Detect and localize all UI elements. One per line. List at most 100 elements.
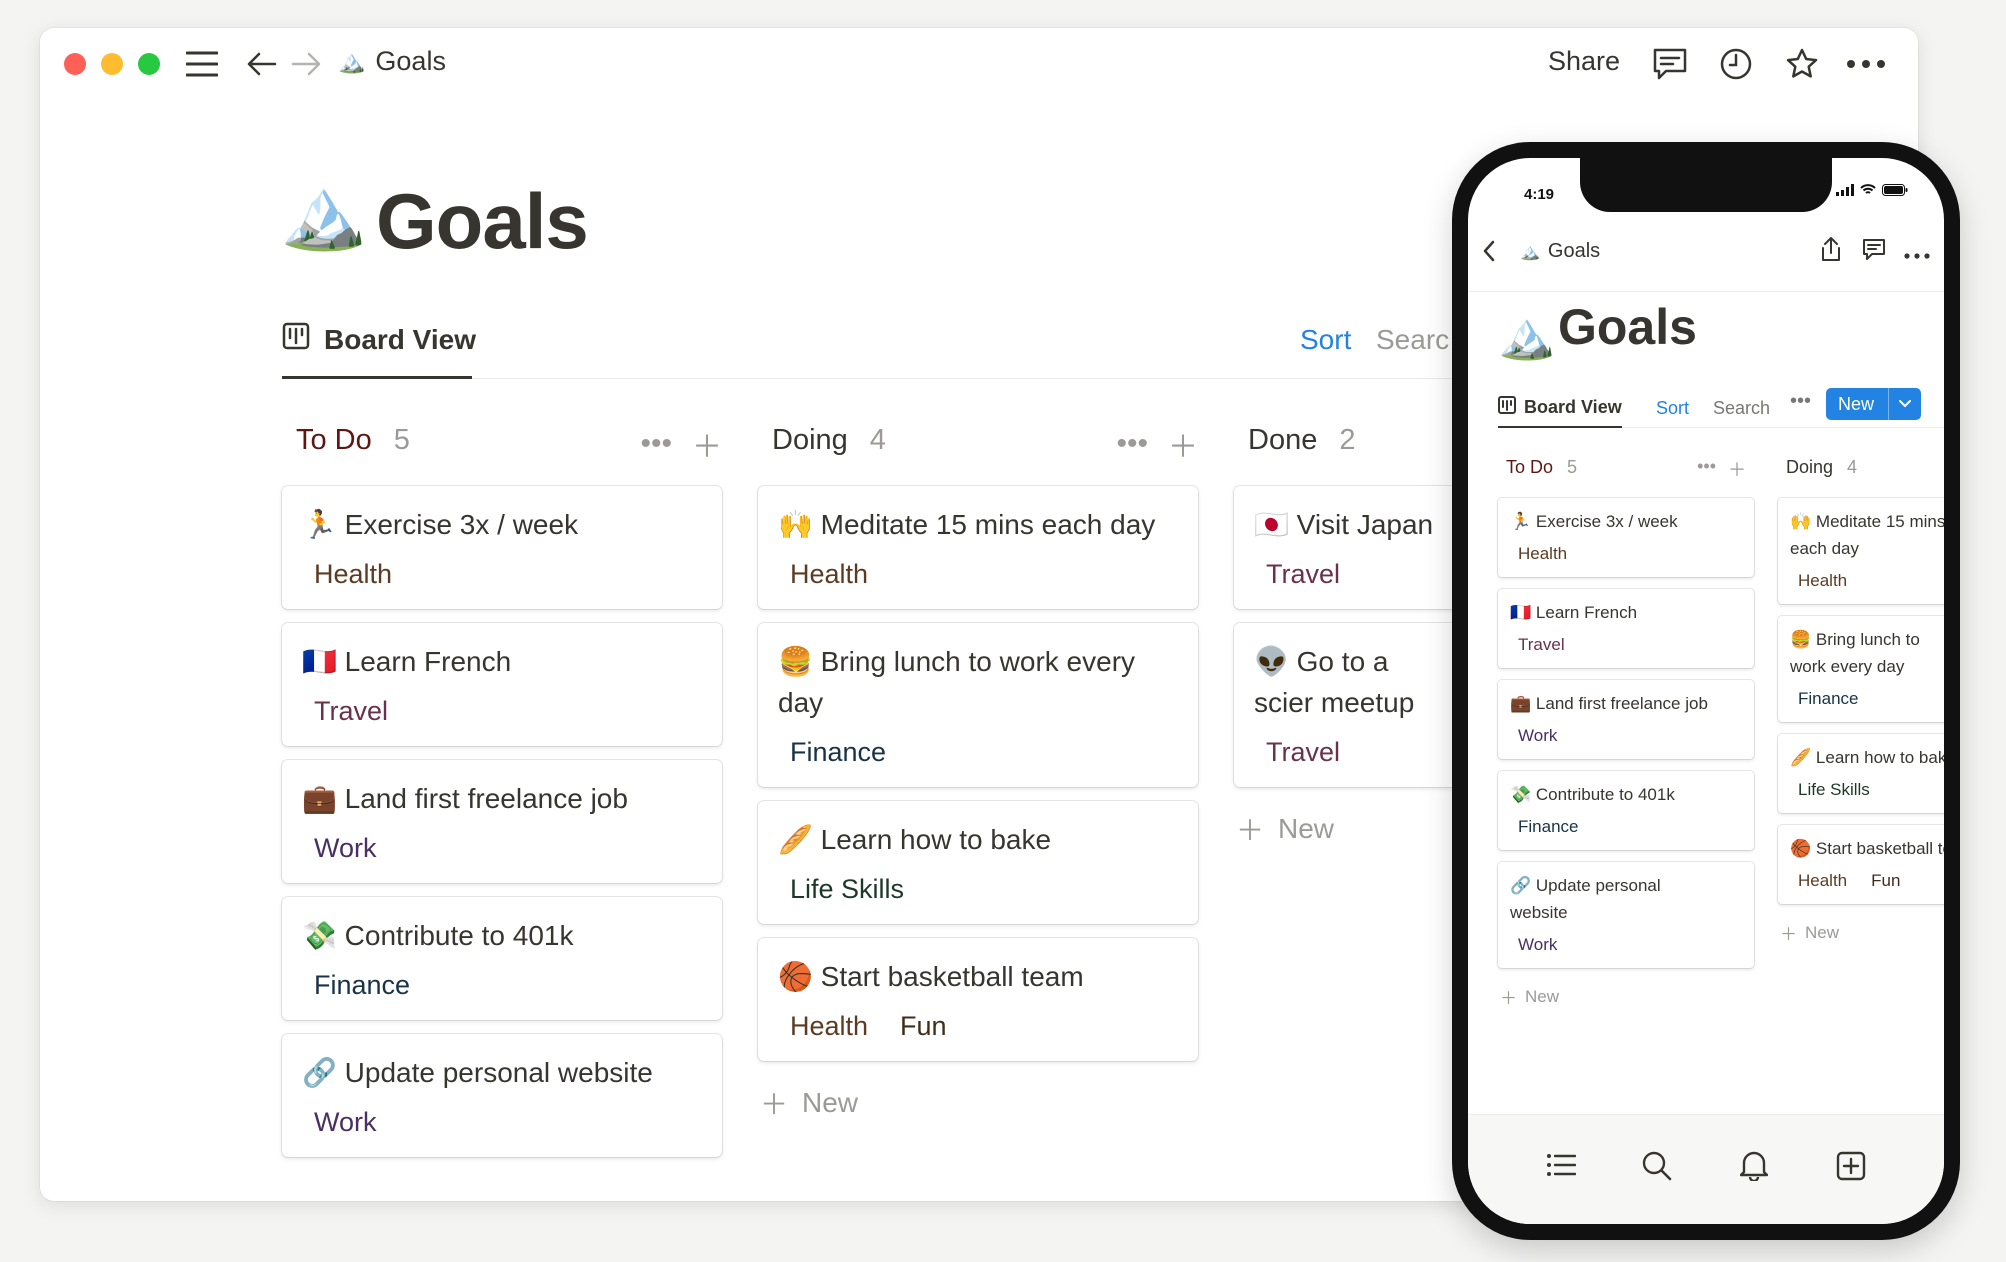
- new-card-label: New: [1805, 922, 1840, 942]
- close-window-button[interactable]: [64, 53, 86, 75]
- phone-frame: 4:19 🏔️ Goals 🏔️ Goals Board View Sort S…: [1452, 142, 1960, 1240]
- column-count: 4: [869, 423, 886, 456]
- card-title: Bring lunch to work every day: [778, 646, 1136, 718]
- column-title[interactable]: Done: [1248, 424, 1317, 457]
- search-button[interactable]: Searc: [1376, 324, 1449, 356]
- sort-button[interactable]: Sort: [1656, 398, 1689, 419]
- board-card[interactable]: 🇫🇷 Learn French Travel: [1498, 589, 1754, 668]
- card-tag: Travel: [314, 696, 389, 726]
- new-card-button[interactable]: ＋ New: [758, 1083, 1198, 1123]
- active-tab-indicator: [282, 376, 472, 379]
- column-count: 2: [1339, 423, 1356, 456]
- board-card[interactable]: 🔗 Update personal website Work: [1498, 862, 1754, 968]
- card-emoji-icon: 🙌: [778, 509, 813, 540]
- column-more-icon[interactable]: •••: [1697, 456, 1716, 482]
- breadcrumb[interactable]: 🏔️ Goals: [338, 46, 446, 77]
- share-icon[interactable]: [1820, 236, 1842, 267]
- card-emoji-icon: 🏀: [778, 961, 813, 992]
- board-card[interactable]: 🏀 Start basketball team Health Fun: [1778, 825, 1944, 904]
- board-card[interactable]: 🥖 Learn how to bake Life Skills: [1778, 734, 1944, 813]
- board-card[interactable]: 🙌 Meditate 15 mins each day Health: [758, 486, 1198, 609]
- list-icon[interactable]: [1546, 1153, 1577, 1182]
- page-title[interactable]: Goals: [376, 176, 589, 267]
- board-card[interactable]: 🇫🇷 Learn French Travel: [282, 623, 722, 746]
- share-button[interactable]: Share: [1548, 46, 1620, 77]
- card-emoji-icon: 💼: [1510, 694, 1532, 713]
- new-button[interactable]: New: [1826, 388, 1922, 420]
- column-title[interactable]: Doing: [1786, 457, 1833, 478]
- board-view-icon: [1498, 396, 1516, 419]
- bell-icon[interactable]: [1739, 1149, 1769, 1186]
- mobile-breadcrumb-title: Goals: [1547, 240, 1601, 262]
- add-card-icon[interactable]: ＋: [1728, 456, 1746, 482]
- star-icon[interactable]: [1782, 44, 1822, 84]
- page-icon-mountain[interactable]: 🏔️: [1498, 308, 1555, 363]
- minimize-window-button[interactable]: [101, 53, 123, 75]
- more-options-icon[interactable]: [1844, 44, 1888, 84]
- board-card[interactable]: 🏀 Start basketball team Health Fun: [758, 938, 1198, 1061]
- chevron-left-icon[interactable]: [1482, 240, 1496, 267]
- column-more-icon[interactable]: •••: [640, 427, 672, 461]
- back-arrow-icon[interactable]: [244, 44, 280, 84]
- card-title: Meditate 15 mins each day: [1790, 512, 1944, 558]
- card-emoji-icon: 🥖: [1790, 748, 1812, 767]
- board-card[interactable]: 🥖 Learn how to bake Life Skills: [758, 801, 1198, 924]
- board-card[interactable]: 🔗 Update personal website Work: [282, 1034, 722, 1157]
- mobile-breadcrumb[interactable]: 🏔️ Goals: [1520, 240, 1600, 263]
- board-column-doing: Doing 4 ••• ＋ 🙌 Meditate 15 mins each da…: [758, 408, 1198, 1123]
- board-view-label: Board View: [324, 323, 476, 355]
- board-card[interactable]: 🙌 Meditate 15 mins each day Health: [1778, 498, 1944, 604]
- board-card[interactable]: 🏃 Exercise 3x / week Health: [282, 486, 722, 609]
- card-tag: Finance: [790, 737, 887, 767]
- card-title: Start basketball team: [820, 961, 1084, 992]
- page-icon-mountain[interactable]: 🏔️: [280, 178, 367, 248]
- card-emoji-icon: 🏃: [1510, 512, 1532, 531]
- maximize-window-button[interactable]: [138, 53, 160, 75]
- status-icons: [1836, 184, 1908, 196]
- card-tag: Fun: [900, 1011, 947, 1041]
- new-card-button[interactable]: ＋ New: [1498, 984, 1754, 1009]
- column-more-icon[interactable]: •••: [1116, 427, 1148, 461]
- board-card[interactable]: 💼 Land first freelance job Work: [1498, 680, 1754, 759]
- board-card[interactable]: 🍔 Bring lunch to work every day Finance: [1778, 616, 1944, 722]
- tab-board-view[interactable]: Board View: [282, 322, 476, 357]
- card-tag: Health: [790, 1011, 869, 1041]
- chevron-down-icon[interactable]: [1888, 388, 1921, 420]
- board-card[interactable]: 💸 Contribute to 401k Finance: [282, 897, 722, 1020]
- add-card-icon[interactable]: ＋: [1168, 422, 1198, 466]
- card-title: Exercise 3x / week: [344, 509, 579, 540]
- new-button-label: New: [1838, 393, 1875, 414]
- menu-icon[interactable]: [182, 44, 222, 84]
- tab-board-view[interactable]: Board View: [1498, 396, 1622, 419]
- search-button[interactable]: Search: [1713, 398, 1770, 419]
- card-title: Contribute to 401k: [344, 920, 574, 951]
- comment-icon[interactable]: [1862, 238, 1886, 265]
- board-card[interactable]: 🏃 Exercise 3x / week Health: [1498, 498, 1754, 577]
- new-card-button[interactable]: ＋ New: [1778, 920, 1944, 945]
- view-more-icon[interactable]: •••: [1790, 390, 1811, 413]
- wifi-icon: [1860, 184, 1876, 194]
- forward-arrow-icon[interactable]: [288, 44, 324, 84]
- column-title[interactable]: To Do: [1506, 457, 1553, 478]
- board-card[interactable]: 💼 Land first freelance job Work: [282, 760, 722, 883]
- mobile-nav-bar: 🏔️ Goals: [1468, 218, 1944, 292]
- page-title[interactable]: Goals: [1558, 298, 1697, 356]
- comment-icon[interactable]: [1650, 44, 1690, 84]
- history-clock-icon[interactable]: [1716, 44, 1756, 84]
- card-tag: Fun: [1871, 871, 1901, 890]
- board-card[interactable]: 💸 Contribute to 401k Finance: [1498, 771, 1754, 850]
- card-tag: Finance: [314, 970, 411, 1000]
- more-options-icon[interactable]: [1904, 246, 1930, 264]
- column-title[interactable]: To Do: [296, 424, 372, 457]
- search-icon[interactable]: [1642, 1151, 1672, 1186]
- add-card-icon[interactable]: ＋: [692, 422, 722, 466]
- plus-icon: ＋: [1500, 989, 1517, 1008]
- battery-icon: [1882, 184, 1908, 196]
- new-card-label: New: [1278, 813, 1335, 844]
- board-card[interactable]: 🍔 Bring lunch to work every day Finance: [758, 623, 1198, 787]
- new-page-icon[interactable]: [1836, 1151, 1866, 1186]
- card-tag: Life Skills: [1798, 780, 1870, 799]
- column-title[interactable]: Doing: [772, 424, 848, 457]
- card-title: Learn how to bake: [1815, 748, 1944, 767]
- sort-button[interactable]: Sort: [1300, 324, 1351, 356]
